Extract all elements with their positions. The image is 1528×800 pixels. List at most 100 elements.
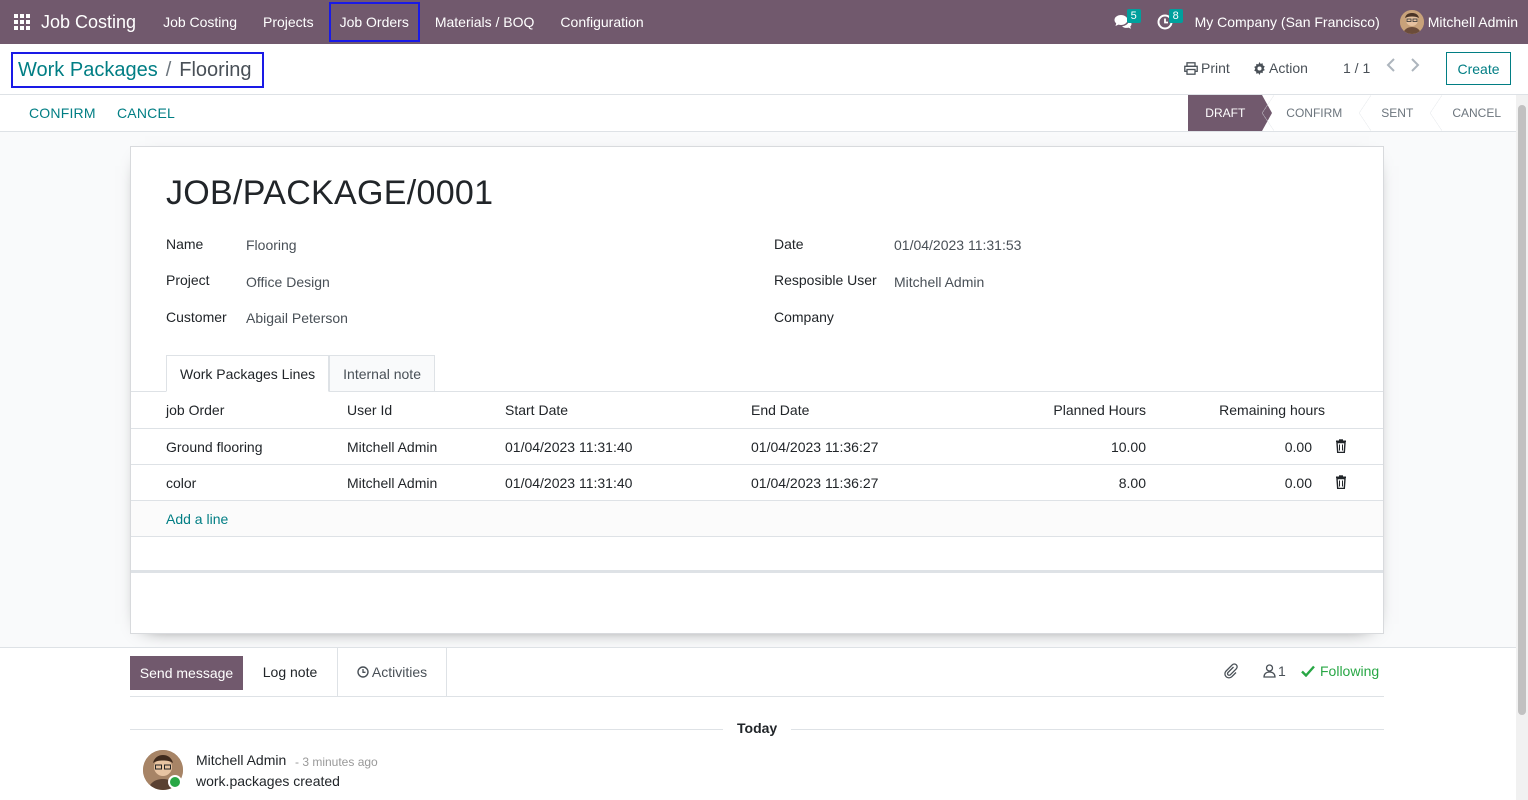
send-message-button[interactable]: Send message: [130, 656, 243, 690]
table-blank-row: [131, 537, 1383, 573]
breadcrumb-parent[interactable]: Work Packages: [18, 59, 158, 82]
menu-job-orders[interactable]: Job Orders: [327, 0, 422, 44]
printer-icon: [1184, 61, 1198, 75]
confirm-button[interactable]: CONFIRM: [29, 105, 96, 121]
cell-remaining-hours: 0.00: [1284, 439, 1312, 455]
table-footer: [131, 570, 1383, 573]
page-scrollbar[interactable]: [1516, 95, 1528, 800]
col-end-date[interactable]: End Date: [751, 402, 809, 418]
breadcrumb-separator: /: [165, 58, 172, 81]
cell-end-date: 01/04/2023 11:36:27: [751, 439, 879, 455]
print-label: Print: [1201, 60, 1230, 76]
chatter-divider: [130, 696, 1384, 697]
gear-icon: [1254, 61, 1265, 75]
message-author[interactable]: Mitchell Admin: [196, 752, 286, 768]
action-label: Action: [1269, 60, 1308, 76]
message-date: - 3 minutes ago: [295, 755, 378, 769]
project-value[interactable]: Office Design: [246, 274, 330, 290]
date-label: Date: [774, 236, 804, 252]
col-planned-hours[interactable]: Planned Hours: [1053, 402, 1146, 418]
followers-button[interactable]: 1: [1263, 663, 1286, 679]
menu-projects[interactable]: Projects: [250, 0, 327, 44]
messages-button[interactable]: 5: [1103, 0, 1143, 44]
user-icon: [1263, 664, 1276, 678]
check-icon: [1301, 665, 1315, 677]
table-row[interactable]: color Mitchell Admin 01/04/2023 11:31:40…: [131, 465, 1383, 501]
cancel-button[interactable]: CANCEL: [117, 105, 175, 121]
chatter: Send message Log note Activities 1 Follo…: [0, 647, 1516, 800]
breadcrumb: Work Packages / Flooring: [11, 52, 264, 88]
activities-button[interactable]: 8: [1145, 0, 1185, 44]
company-switcher[interactable]: My Company (San Francisco): [1195, 14, 1380, 30]
date-value[interactable]: 01/04/2023 11:31:53: [894, 237, 1021, 253]
attachment-button[interactable]: [1223, 663, 1239, 679]
messages-count-badge: 5: [1126, 9, 1141, 23]
message-body: work.packages created: [196, 773, 340, 789]
stage-confirm[interactable]: CONFIRM: [1262, 95, 1359, 131]
add-line-row: Add a line: [131, 501, 1383, 537]
name-value[interactable]: Flooring: [246, 237, 297, 253]
activities-count-badge: 8: [1168, 9, 1183, 23]
apps-menu-icon[interactable]: [12, 12, 32, 32]
following-button[interactable]: Following: [1301, 663, 1379, 679]
add-line-link[interactable]: Add a line: [166, 511, 228, 527]
app-brand[interactable]: Job Costing: [41, 12, 136, 33]
online-status-icon: [168, 775, 182, 789]
col-user-id[interactable]: User Id: [347, 402, 392, 418]
menu-configuration[interactable]: Configuration: [547, 0, 656, 44]
tab-internal-note[interactable]: Internal note: [329, 355, 435, 392]
paperclip-icon: [1224, 663, 1238, 679]
user-name: Mitchell Admin: [1427, 14, 1518, 30]
customer-label: Customer: [166, 309, 227, 325]
stage-pipeline: DRAFT CONFIRM SENT CANCEL: [1188, 95, 1518, 131]
pager-next-button[interactable]: [1410, 58, 1420, 77]
pager-previous-button[interactable]: [1386, 58, 1396, 77]
stage-draft[interactable]: DRAFT: [1188, 95, 1273, 131]
col-job-order[interactable]: job Order: [166, 402, 224, 418]
trash-icon[interactable]: [1334, 439, 1348, 453]
menu-materials-boq[interactable]: Materials / BOQ: [422, 0, 548, 44]
company-label: Company: [774, 309, 834, 325]
clock-icon: [357, 666, 369, 678]
activities-button[interactable]: Activities: [337, 648, 447, 696]
log-note-button[interactable]: Log note: [243, 648, 337, 696]
cell-user-id: Mitchell Admin: [347, 439, 438, 455]
name-label: Name: [166, 236, 204, 252]
trash-icon[interactable]: [1334, 475, 1348, 489]
cell-planned-hours: 8.00: [1118, 475, 1146, 491]
col-remaining-hours[interactable]: Remaining hours: [1219, 402, 1325, 418]
customer-value[interactable]: Abigail Peterson: [246, 310, 348, 326]
action-button[interactable]: Action: [1253, 60, 1308, 76]
scrollbar-thumb[interactable]: [1518, 105, 1526, 715]
tab-work-packages-lines[interactable]: Work Packages Lines: [166, 355, 330, 392]
work-package-lines-table: job Order User Id Start Date End Date Pl…: [131, 392, 1383, 573]
print-button[interactable]: Print: [1184, 60, 1230, 76]
cell-end-date: 01/04/2023 11:36:27: [751, 475, 879, 491]
top-navbar: Job Costing Job Costing Projects Job Ord…: [0, 0, 1528, 44]
col-start-date[interactable]: Start Date: [505, 402, 568, 418]
cell-planned-hours: 10.00: [1110, 439, 1146, 455]
breadcrumb-current: Flooring: [179, 58, 252, 81]
user-avatar: [1399, 10, 1424, 34]
following-label: Following: [1320, 663, 1380, 679]
cell-job-order: Ground flooring: [166, 439, 263, 455]
followers-count: 1: [1278, 663, 1286, 679]
form-sheet: JOB/PACKAGE/0001 Name Flooring Project O…: [130, 146, 1384, 634]
user-menu[interactable]: Mitchell Admin: [1399, 10, 1518, 34]
responsible-user-value[interactable]: Mitchell Admin: [894, 274, 984, 290]
table-header: job Order User Id Start Date End Date Pl…: [131, 392, 1383, 429]
stage-cancel[interactable]: CANCEL: [1430, 95, 1518, 131]
responsible-user-label: Resposible User: [774, 272, 877, 288]
status-bar: CONFIRM CANCEL DRAFT CONFIRM SENT CANCEL: [0, 95, 1528, 132]
cell-start-date: 01/04/2023 11:31:40: [505, 475, 633, 491]
menu-job-costing[interactable]: Job Costing: [150, 0, 250, 44]
cell-remaining-hours: 0.00: [1284, 475, 1312, 491]
stage-sent[interactable]: SENT: [1359, 95, 1430, 131]
pager-value[interactable]: 1 / 1: [1343, 60, 1370, 76]
create-button[interactable]: Create: [1446, 52, 1511, 85]
table-row[interactable]: Ground flooring Mitchell Admin 01/04/202…: [131, 429, 1383, 465]
activities-label: Activities: [371, 664, 428, 680]
cell-job-order: color: [166, 475, 197, 491]
cell-start-date: 01/04/2023 11:31:40: [505, 439, 633, 455]
control-panel: Work Packages / Flooring Print Action 1 …: [0, 44, 1528, 95]
